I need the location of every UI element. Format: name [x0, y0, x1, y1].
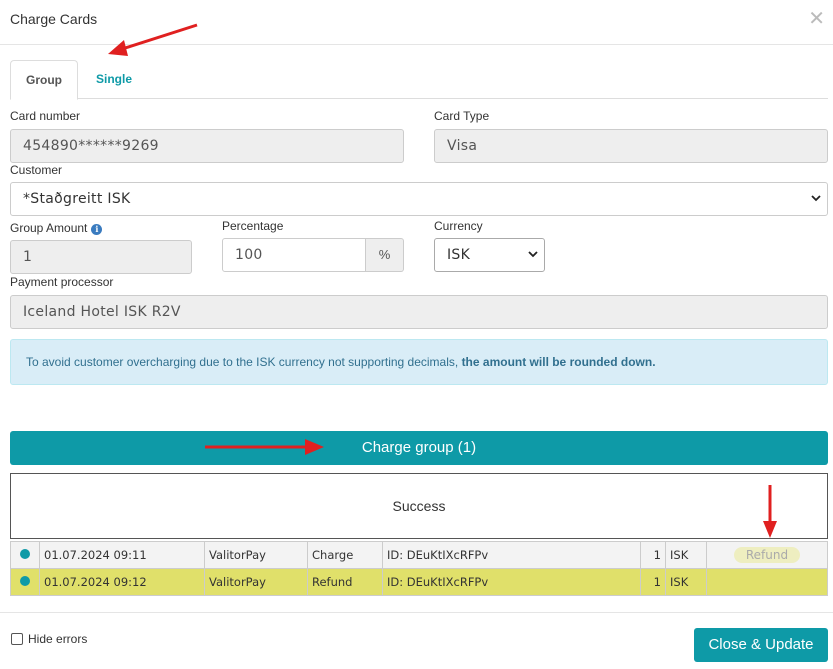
- tab-group[interactable]: Group: [10, 60, 78, 100]
- info-circle-icon[interactable]: i: [91, 224, 103, 235]
- payment-processor-label: Payment processor: [10, 275, 114, 289]
- group-amount-label: Group Amount i: [10, 221, 103, 235]
- provider-cell: ValitorPay: [204, 568, 308, 596]
- group-amount-label-text: Group Amount: [10, 221, 88, 235]
- footer-divider: [0, 612, 833, 613]
- tab-single[interactable]: Single: [86, 60, 142, 99]
- group-amount-field: 1: [10, 240, 192, 274]
- status-dot-icon: [20, 576, 30, 586]
- percent-addon: %: [366, 238, 404, 272]
- hide-errors-label: Hide errors: [28, 632, 88, 646]
- type-cell: Charge: [307, 541, 383, 569]
- status-cell: [10, 541, 40, 569]
- customer-select-value: *Staðgreitt ISK: [23, 191, 131, 207]
- customer-label: Customer: [10, 163, 63, 177]
- qty-cell: 1: [640, 541, 666, 569]
- id-cell: ID: DEuKtIXcRFPv: [382, 568, 641, 596]
- table-row: 01.07.2024 09:11 ValitorPay Charge ID: D…: [10, 541, 828, 569]
- currency-select-value: ISK: [447, 247, 471, 263]
- customer-select[interactable]: *Staðgreitt ISK: [10, 182, 828, 216]
- action-cell: Refund: [706, 541, 828, 569]
- status-dot-icon: [20, 549, 30, 559]
- info-alert: To avoid customer overcharging due to th…: [10, 339, 828, 385]
- result-box: Success: [10, 473, 828, 539]
- transactions-table: 01.07.2024 09:11 ValitorPay Charge ID: D…: [10, 541, 828, 596]
- provider-cell: ValitorPay: [204, 541, 308, 569]
- currency-cell: ISK: [665, 568, 707, 596]
- refund-button[interactable]: Refund: [733, 547, 801, 563]
- hide-errors-checkbox[interactable]: [11, 633, 23, 645]
- percentage-input[interactable]: 100: [222, 238, 366, 272]
- card-type-label: Card Type: [434, 109, 490, 123]
- hide-errors-toggle[interactable]: Hide errors: [11, 632, 87, 646]
- card-type-field: Visa: [434, 129, 828, 163]
- modal-header: Charge Cards ✕: [0, 0, 833, 45]
- date-cell: 01.07.2024 09:12: [39, 568, 205, 596]
- currency-label: Currency: [434, 219, 483, 233]
- date-cell: 01.07.2024 09:11: [39, 541, 205, 569]
- card-number-field: 454890******9269: [10, 129, 404, 163]
- table-row: 01.07.2024 09:12 ValitorPay Refund ID: D…: [10, 568, 828, 596]
- action-cell: [706, 568, 828, 596]
- qty-cell: 1: [640, 568, 666, 596]
- id-cell: ID: DEuKtIXcRFPv: [382, 541, 641, 569]
- chevron-down-icon: [811, 183, 821, 228]
- card-number-label: Card number: [10, 109, 81, 123]
- payment-processor-field: Iceland Hotel ISK R2V: [10, 295, 828, 329]
- status-cell: [10, 568, 40, 596]
- alert-bold-text: the amount will be rounded down.: [461, 355, 656, 369]
- close-update-button[interactable]: Close & Update: [694, 628, 828, 662]
- currency-select[interactable]: ISK: [434, 238, 545, 272]
- alert-text: To avoid customer overcharging due to th…: [26, 355, 462, 369]
- tab-bar: Group Single: [10, 60, 828, 100]
- chevron-down-icon: [528, 239, 538, 284]
- charge-group-button[interactable]: Charge group (1): [10, 431, 828, 465]
- percentage-label: Percentage: [222, 219, 284, 233]
- close-icon[interactable]: ✕: [808, 9, 825, 29]
- currency-cell: ISK: [665, 541, 707, 569]
- type-cell: Refund: [307, 568, 383, 596]
- dialog-title: Charge Cards: [10, 11, 98, 27]
